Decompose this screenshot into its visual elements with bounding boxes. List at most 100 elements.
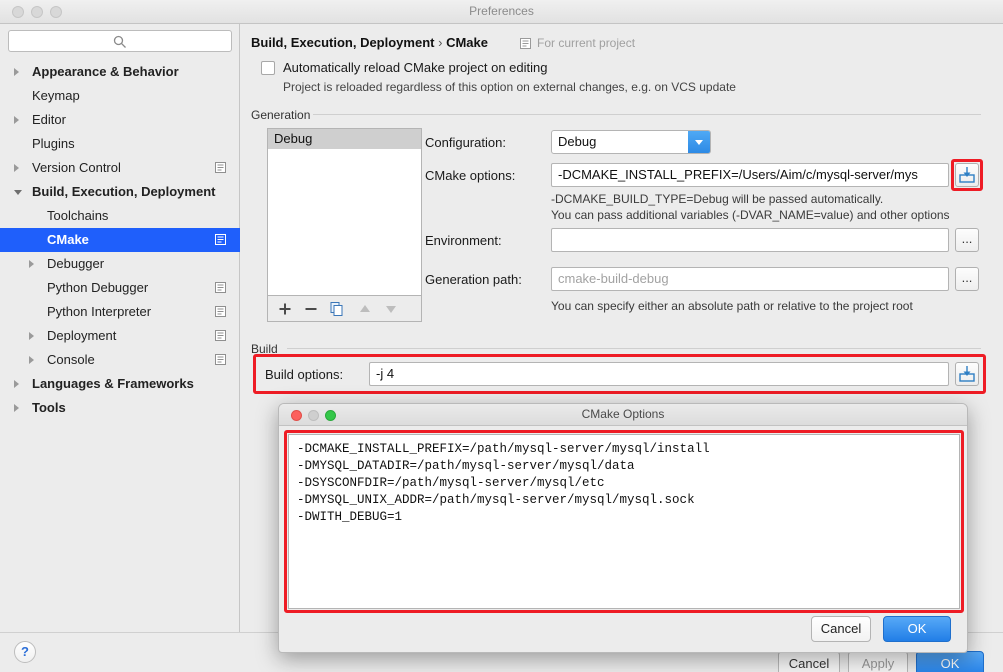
sidebar-item-label: Editor xyxy=(32,112,66,127)
expand-editor-icon xyxy=(959,167,975,183)
sidebar-item-label: Plugins xyxy=(32,136,75,151)
help-button[interactable]: ? xyxy=(14,641,36,663)
sidebar-item-cmake[interactable]: CMake xyxy=(0,228,240,252)
window-title: Preferences xyxy=(469,4,534,18)
scope-note: For current project xyxy=(537,36,636,50)
breadcrumb-path: Build, Execution, Deployment xyxy=(251,35,435,50)
sidebar-item-deployment[interactable]: Deployment xyxy=(0,324,240,348)
chevron-right-icon[interactable] xyxy=(29,356,34,364)
project-scope-icon xyxy=(215,234,226,245)
copy-icon[interactable] xyxy=(328,300,346,318)
chevron-down-icon[interactable] xyxy=(14,190,22,195)
sidebar-item-label: Console xyxy=(47,352,95,367)
build-section-label: Build xyxy=(251,342,278,356)
cmake-options-dialog: CMake Options -DCMAKE_INSTALL_PREFIX=/pa… xyxy=(278,403,968,653)
cmake-options-input[interactable]: -DCMAKE_INSTALL_PREFIX=/Users/Aim/c/mysq… xyxy=(551,163,949,187)
preferences-cancel-button[interactable]: Cancel xyxy=(778,651,840,672)
sidebar-item-tools[interactable]: Tools xyxy=(0,396,240,420)
project-scope-icon xyxy=(215,282,226,293)
remove-icon[interactable] xyxy=(302,300,320,318)
sidebar-item-label: Appearance & Behavior xyxy=(32,64,179,79)
generation-path-input[interactable]: cmake-build-debug xyxy=(551,267,949,291)
move-up-icon[interactable] xyxy=(356,300,374,318)
configuration-label: Configuration: xyxy=(425,135,506,150)
preferences-ok-button[interactable]: OK xyxy=(916,651,984,672)
settings-sidebar: Appearance & Behavior Keymap Editor Plugins… xyxy=(0,24,240,632)
build-options-input[interactable]: -j 4 xyxy=(369,362,949,386)
chevron-right-icon[interactable] xyxy=(14,404,19,412)
cmake-options-textarea[interactable]: -DCMAKE_INSTALL_PREFIX=/path/mysql-serve… xyxy=(288,434,960,609)
search-field[interactable] xyxy=(8,30,232,52)
cmake-options-hint-line1: -DCMAKE_BUILD_TYPE=Debug will be passed … xyxy=(551,192,884,206)
configuration-value: Debug xyxy=(558,134,597,149)
sidebar-item-debugger[interactable]: Debugger xyxy=(0,252,240,276)
sidebar-item-build-execution-deployment[interactable]: Build, Execution, Deployment xyxy=(0,180,240,204)
project-scope-icon xyxy=(215,354,226,365)
search-input[interactable] xyxy=(9,31,231,51)
generation-path-hint: You can specify either an absolute path … xyxy=(551,299,913,313)
breadcrumb-current: CMake xyxy=(446,35,488,50)
sidebar-item-python-interpreter[interactable]: Python Interpreter xyxy=(0,300,240,324)
chevron-down-icon[interactable] xyxy=(688,131,710,153)
sidebar-item-label: Python Interpreter xyxy=(47,304,152,319)
expand-editor-icon xyxy=(959,366,975,382)
sidebar-item-label: Python Debugger xyxy=(47,280,149,295)
window-titlebar: Preferences xyxy=(0,0,1003,24)
sidebar-item-console[interactable]: Console xyxy=(0,348,240,372)
sidebar-item-label: Tools xyxy=(32,400,66,415)
sidebar-item-label: Languages & Frameworks xyxy=(32,376,194,391)
project-scope-icon xyxy=(215,162,226,173)
chevron-right-icon[interactable] xyxy=(14,380,19,388)
sidebar-item-version-control[interactable]: Version Control xyxy=(0,156,240,180)
chevron-right-icon[interactable] xyxy=(14,116,19,124)
sidebar-item-editor[interactable]: Editor xyxy=(0,108,240,132)
generation-path-label: Generation path: xyxy=(425,272,522,287)
auto-reload-checkbox[interactable] xyxy=(261,61,275,75)
environment-browse-button[interactable]: ... xyxy=(955,228,979,252)
breadcrumb-separator: › xyxy=(438,35,443,50)
cmake-options-label: CMake options: xyxy=(425,168,516,183)
sidebar-item-plugins[interactable]: Plugins xyxy=(0,132,240,156)
sidebar-item-python-debugger[interactable]: Python Debugger xyxy=(0,276,240,300)
chevron-right-icon[interactable] xyxy=(14,68,19,76)
breadcrumb: Build, Execution, Deployment › CMake xyxy=(251,35,488,50)
project-scope-icon xyxy=(520,38,531,49)
chevron-right-icon[interactable] xyxy=(29,332,34,340)
dialog-cancel-button[interactable]: Cancel xyxy=(811,616,871,642)
auto-reload-description: Project is reloaded regardless of this o… xyxy=(283,80,736,94)
environment-input[interactable] xyxy=(551,228,949,252)
cmake-options-hint-line2: You can pass additional variables (-DVAR… xyxy=(551,208,950,222)
project-scope-icon xyxy=(215,306,226,317)
sidebar-item-appearance-behavior[interactable]: Appearance & Behavior xyxy=(0,60,240,84)
preferences-apply-button[interactable]: Apply xyxy=(848,651,908,672)
cmake-profiles-list[interactable]: Debug xyxy=(267,128,422,296)
chevron-right-icon[interactable] xyxy=(29,260,34,268)
generation-section-label: Generation xyxy=(251,108,311,122)
generation-path-browse-button[interactable]: ... xyxy=(955,267,979,291)
dialog-ok-button[interactable]: OK xyxy=(883,616,951,642)
build-options-label: Build options: xyxy=(265,367,344,382)
build-options-expand-button[interactable] xyxy=(955,362,979,386)
dialog-titlebar: CMake Options xyxy=(279,404,967,426)
project-scope-icon xyxy=(215,330,226,341)
sidebar-item-languages-frameworks[interactable]: Languages & Frameworks xyxy=(0,372,240,396)
cmake-options-expand-button[interactable] xyxy=(955,163,979,187)
add-icon[interactable] xyxy=(276,300,294,318)
cmake-profile-item[interactable]: Debug xyxy=(268,129,421,149)
sidebar-item-label: Version Control xyxy=(32,160,121,175)
sidebar-item-label: Build, Execution, Deployment xyxy=(32,184,216,199)
configuration-select[interactable]: Debug xyxy=(551,130,711,154)
environment-label: Environment: xyxy=(425,233,502,248)
preferences-window: Preferences Appearance & Behavior Keymap E… xyxy=(0,0,1003,672)
sidebar-item-label: Deployment xyxy=(47,328,117,343)
generation-section-divider xyxy=(313,114,981,115)
settings-tree: Appearance & Behavior Keymap Editor Plugins… xyxy=(0,60,240,420)
sidebar-item-keymap[interactable]: Keymap xyxy=(0,84,240,108)
auto-reload-label: Automatically reload CMake project on ed… xyxy=(283,60,548,75)
sidebar-item-label: CMake xyxy=(47,232,89,247)
chevron-right-icon[interactable] xyxy=(14,164,19,172)
sidebar-item-toolchains[interactable]: Toolchains xyxy=(0,204,240,228)
move-down-icon[interactable] xyxy=(382,300,400,318)
sidebar-item-label: Keymap xyxy=(32,88,80,103)
dialog-title: CMake Options xyxy=(581,407,665,421)
